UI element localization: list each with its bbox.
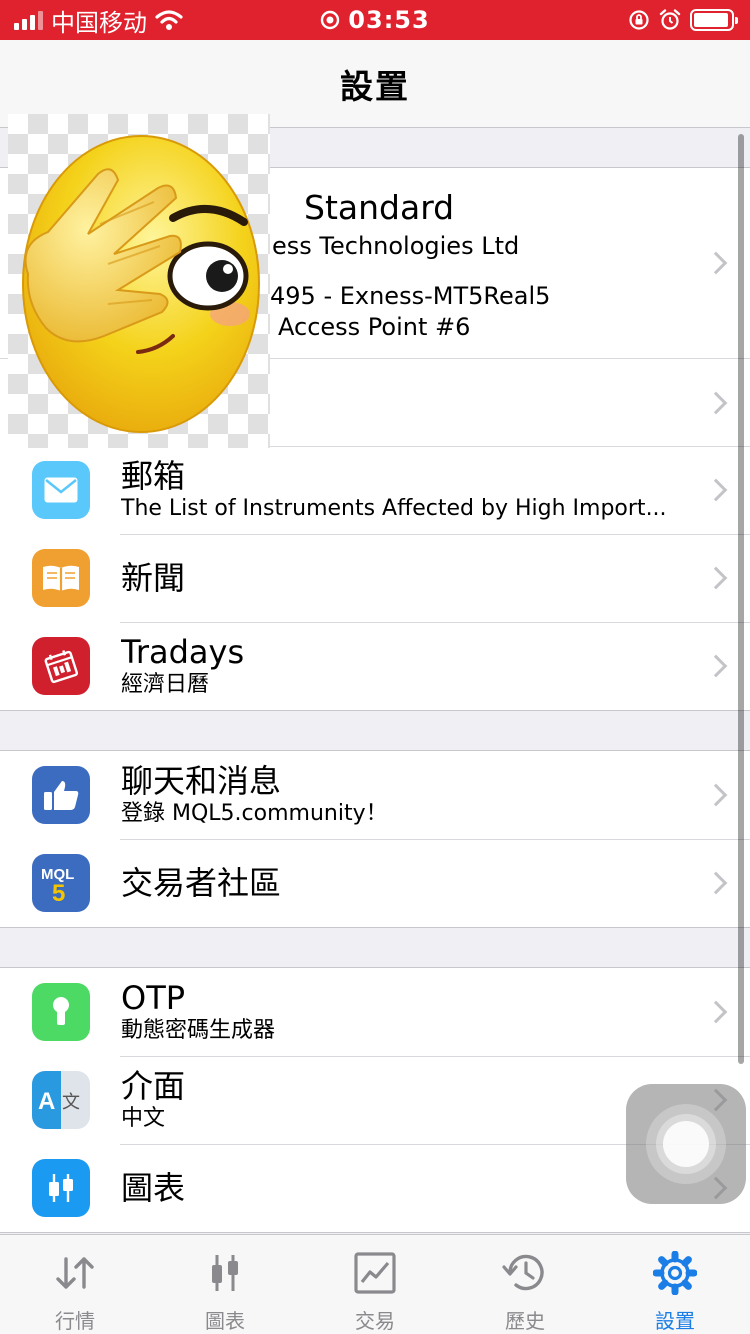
list-item-title: 新聞: [121, 559, 186, 597]
chevron-right-icon: [704, 478, 728, 502]
list-item-subtitle: 中文: [121, 1106, 166, 1131]
tab-charts[interactable]: 圖表: [150, 1235, 300, 1334]
status-bar: 中国移动 03:53: [0, 0, 750, 40]
account-name: Standard: [304, 188, 455, 227]
keyhole-icon: [32, 983, 90, 1041]
list-item-otp[interactable]: OTP 動態密碼生成器: [0, 968, 750, 1056]
account-access-point: Access Point #6: [278, 313, 471, 341]
chevron-right-icon: [704, 391, 728, 414]
envelope-icon: [32, 461, 90, 519]
list-item-title: 交易者社區: [121, 864, 282, 902]
chevron-right-icon: [704, 871, 728, 895]
tab-settings[interactable]: 設置: [600, 1235, 750, 1334]
translate-icon: A文: [32, 1071, 90, 1129]
status-right: [628, 0, 738, 40]
list-item-subtitle: The List of Instruments Affected by High…: [121, 496, 667, 521]
tab-label: 交易: [355, 1309, 395, 1333]
list-item-subtitle: 登錄 MQL5.community！: [121, 801, 388, 826]
book-icon: [32, 549, 90, 607]
section-spacer: [0, 928, 750, 968]
tab-label: 歷史: [505, 1309, 545, 1333]
chart-candles-icon: [201, 1249, 249, 1297]
emoji-face-palm-icon: [22, 135, 260, 433]
record-icon: [321, 10, 340, 30]
chevron-right-icon: [704, 251, 728, 275]
alarm-icon: [659, 9, 681, 30]
list-item-title: 聊天和消息: [121, 762, 282, 800]
chevron-right-icon: [704, 566, 728, 590]
page-title: 設置: [340, 66, 410, 106]
svg-text:文: 文: [62, 1092, 80, 1113]
tab-quotes[interactable]: 行情: [0, 1235, 150, 1334]
history-clock-icon: [501, 1249, 549, 1297]
tab-label: 設置: [655, 1309, 695, 1333]
list-item-community[interactable]: MQL 5 交易者社區: [0, 839, 750, 927]
assistive-touch-button[interactable]: [626, 1084, 746, 1204]
list-item-tradays[interactable]: Tradays 經濟日曆: [0, 622, 750, 710]
list-item-title: 介面: [121, 1067, 186, 1105]
list-item-title: Tradays: [121, 633, 245, 671]
list-item-subtitle: 經濟日曆: [121, 672, 210, 697]
list-item-news[interactable]: 新聞: [0, 534, 750, 622]
thumbs-up-icon: [32, 766, 90, 824]
chevron-right-icon: [704, 654, 728, 678]
rotation-lock-icon: [629, 10, 649, 30]
list-item-mailbox[interactable]: 郵箱 The List of Instruments Affected by H…: [0, 446, 750, 534]
account-company: ess Technologies Ltd: [272, 232, 520, 260]
svg-text:5: 5: [52, 880, 65, 905]
sticker-image: [8, 114, 270, 448]
calendar-icon: [32, 637, 90, 695]
mql5-icon: MQL 5: [32, 854, 90, 912]
list-item-title: 郵箱: [121, 457, 186, 495]
svg-text:A: A: [38, 1088, 55, 1115]
chevron-right-icon: [704, 1000, 728, 1024]
list-item-title: 圖表: [121, 1169, 186, 1207]
gear-icon: [651, 1249, 699, 1297]
clock-time: 03:53: [348, 6, 430, 34]
account-server: 495 - Exness-MT5Real5: [270, 282, 551, 310]
list-item-chat[interactable]: 聊天和消息 登錄 MQL5.community！: [0, 751, 750, 839]
list-item-subtitle: 動態密碼生成器: [121, 1018, 276, 1043]
tab-label: 圖表: [205, 1309, 245, 1333]
tab-history[interactable]: 歷史: [450, 1235, 600, 1334]
community-group: 聊天和消息 登錄 MQL5.community！ MQL 5 交易者社區: [0, 751, 750, 928]
quotes-arrows-icon: [51, 1249, 99, 1297]
candlestick-icon: [32, 1159, 90, 1217]
list-item-title: OTP: [121, 979, 186, 1017]
tab-bar: 行情 圖表 交易 歷史 設置: [0, 1234, 750, 1334]
tab-trade[interactable]: 交易: [300, 1235, 450, 1334]
battery-icon: [690, 9, 738, 31]
trade-chart-icon: [351, 1249, 399, 1297]
scrollbar[interactable]: [738, 134, 744, 1064]
tab-label: 行情: [55, 1309, 95, 1333]
section-spacer: [0, 711, 750, 751]
chevron-right-icon: [704, 783, 728, 807]
